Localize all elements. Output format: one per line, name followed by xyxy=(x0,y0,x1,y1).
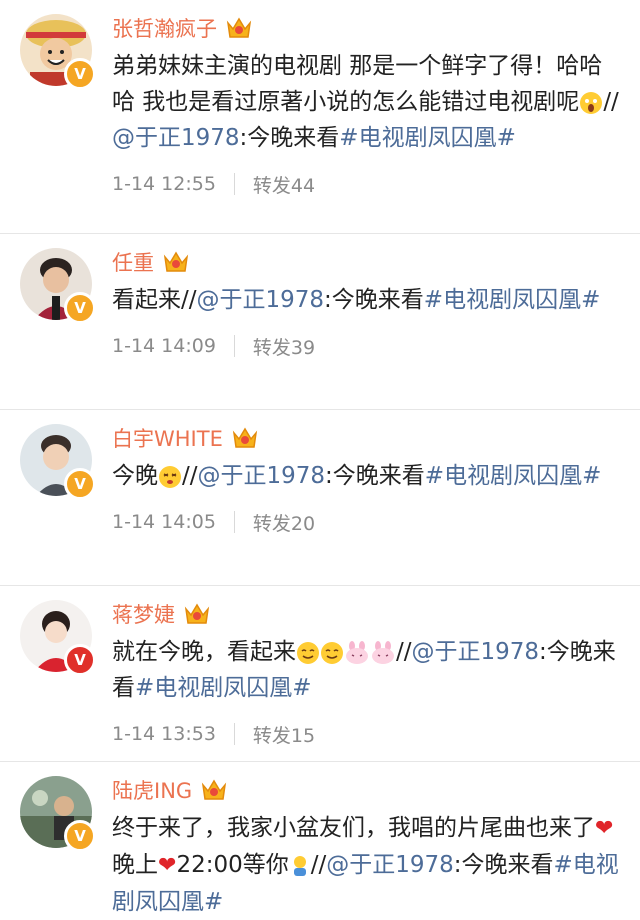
comment-meta: 1-14 14:09 转发39 xyxy=(112,318,624,374)
comment-meta: 1-14 13:53 转发15 xyxy=(112,706,624,762)
comment-text: 就在今晚，看起来//@于正1978:今晚来看#电视剧凤囚凰# xyxy=(112,639,616,701)
username[interactable]: 白宇WHITE xyxy=(112,423,223,453)
avatar[interactable]: V xyxy=(20,424,96,500)
timestamp: 1-14 14:09 xyxy=(112,335,216,357)
comment-text: 弟弟妹妹主演的电视剧 那是一个鲜字了得！哈哈哈 我也是看过原著小说的怎么能错过电… xyxy=(112,53,619,151)
comment-meta: 1-14 12:55 转发44 xyxy=(112,156,624,212)
avatar[interactable]: V xyxy=(20,14,96,90)
username[interactable]: 任重 xyxy=(112,247,154,277)
mention-link[interactable]: @于正1978 xyxy=(198,463,326,489)
repost-count[interactable]: 转发20 xyxy=(253,509,315,536)
comment-text: 今晚//@于正1978:今晚来看#电视剧凤囚凰# xyxy=(112,463,602,489)
pink-bunny-emoji xyxy=(346,640,368,664)
verified-badge-icon: V xyxy=(64,58,96,90)
waving-person-emoji xyxy=(293,855,306,876)
comment-feed: V 张哲瀚疯子 弟弟妹妹主演的电视剧 那是一个鲜字了得！哈哈哈 我也是看过原著小… xyxy=(0,0,640,916)
username[interactable]: 蒋梦婕 xyxy=(112,599,175,629)
timestamp: 1-14 14:05 xyxy=(112,511,216,533)
vip-crown-icon xyxy=(226,17,252,38)
verified-badge-icon: V xyxy=(64,292,96,324)
comment-item: V 白宇WHITE 今晚//@于正1978:今晚来看#电视剧凤囚凰# 1-14 … xyxy=(0,410,640,586)
avatar[interactable]: V xyxy=(20,776,96,852)
verified-badge-icon: V xyxy=(64,644,96,676)
heart-emoji: ❤ xyxy=(158,853,177,878)
smile-face-emoji xyxy=(321,641,343,664)
avatar[interactable]: V xyxy=(20,248,96,324)
hashtag-link[interactable]: #电视剧凤囚凰# xyxy=(424,287,601,313)
fainting-face-emoji xyxy=(159,465,181,488)
divider xyxy=(233,335,235,357)
comment-text: 终于来了，我家小盆友们，我唱的片尾曲也来了❤晚上❤22:00等你//@于正197… xyxy=(112,815,619,915)
comment-item: V 陆虎ING 终于来了，我家小盆友们，我唱的片尾曲也来了❤晚上❤22:00等你… xyxy=(0,762,640,916)
avatar[interactable]: V xyxy=(20,600,96,676)
verified-badge-icon: V xyxy=(64,820,96,852)
heart-emoji: ❤ xyxy=(595,816,614,841)
repost-count[interactable]: 转发44 xyxy=(253,171,315,198)
pink-bunny-emoji xyxy=(372,640,394,664)
verified-badge-icon: V xyxy=(64,468,96,500)
mention-link[interactable]: @于正1978 xyxy=(112,125,240,151)
hashtag-link[interactable]: #电视剧凤囚凰# xyxy=(425,463,602,489)
vip-crown-icon xyxy=(163,251,189,272)
timestamp: 1-14 13:53 xyxy=(112,723,216,745)
divider xyxy=(233,511,235,533)
username[interactable]: 陆虎ING xyxy=(112,775,192,805)
repost-count[interactable]: 转发15 xyxy=(253,721,315,748)
comment-item: V 张哲瀚疯子 弟弟妹妹主演的电视剧 那是一个鲜字了得！哈哈哈 我也是看过原著小… xyxy=(0,0,640,234)
mention-link[interactable]: @于正1978 xyxy=(197,287,325,313)
divider xyxy=(233,723,235,745)
scared-face-emoji xyxy=(580,91,603,114)
comment-meta: 1-14 14:05 转发20 xyxy=(112,494,624,550)
divider xyxy=(233,173,235,195)
comment-item: V 任重 看起来//@于正1978:今晚来看#电视剧凤囚凰# 1-14 14:0… xyxy=(0,234,640,410)
mention-link[interactable]: @于正1978 xyxy=(412,639,540,665)
vip-crown-icon xyxy=(202,779,227,800)
comment-text: 看起来//@于正1978:今晚来看#电视剧凤囚凰# xyxy=(112,287,601,313)
vip-crown-icon xyxy=(184,603,210,624)
hashtag-link[interactable]: #电视剧凤囚凰# xyxy=(339,125,516,151)
timestamp: 1-14 12:55 xyxy=(112,173,216,195)
vip-crown-icon xyxy=(232,427,257,448)
repost-count[interactable]: 转发39 xyxy=(253,333,315,360)
smile-face-emoji xyxy=(297,641,319,664)
hashtag-link[interactable]: #电视剧凤囚凰# xyxy=(135,675,312,701)
username[interactable]: 张哲瀚疯子 xyxy=(112,13,217,43)
comment-item: V 蒋梦婕 就在今晚，看起来//@于正1978:今晚来看#电视剧凤囚凰# 1-1… xyxy=(0,586,640,762)
mention-link[interactable]: @于正1978 xyxy=(326,852,454,878)
